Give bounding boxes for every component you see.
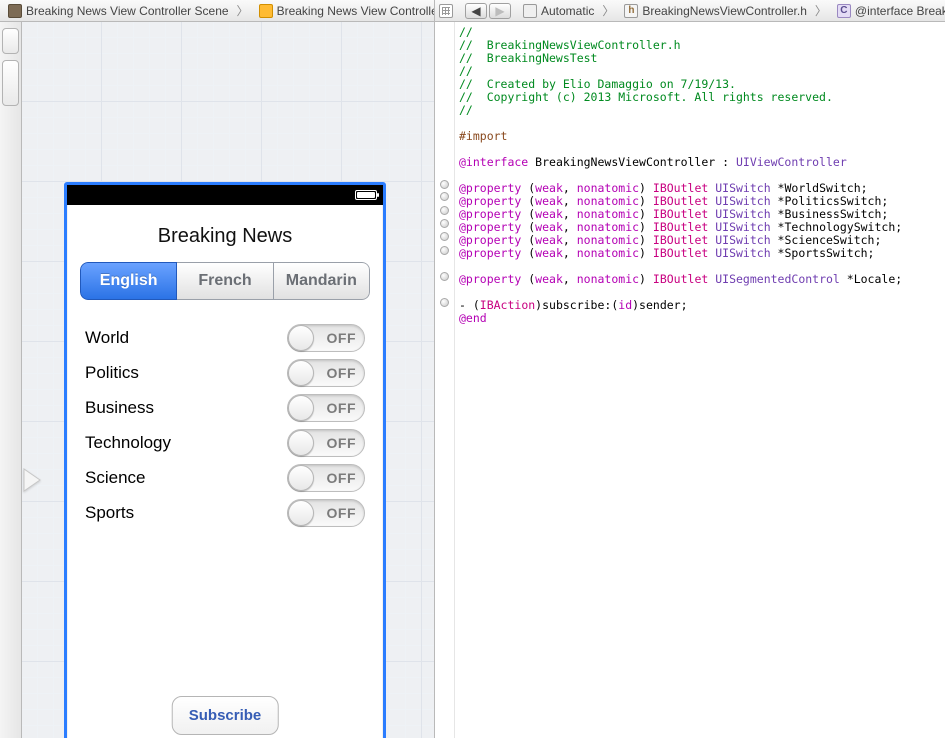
segment-label: French xyxy=(198,272,251,290)
breadcrumb-scene-label: Breaking News View Controller Scene xyxy=(26,4,229,18)
breadcrumb-file[interactable]: h BreakingNewsViewController.h xyxy=(616,0,813,21)
outlet-connection-dot[interactable] xyxy=(440,232,449,241)
nav-buttons: ◀ ▶ xyxy=(461,0,515,21)
row-politics: Politics OFF xyxy=(85,355,365,390)
breadcrumb-vc[interactable]: Breaking News View Controller xyxy=(251,0,435,21)
chevron-right-icon: 〉 xyxy=(235,2,251,19)
breadcrumb-vc-label: Breaking News View Controller xyxy=(277,4,435,18)
phone-mock[interactable]: Breaking News English French Mandarin Wo… xyxy=(64,182,386,738)
row-label: Technology xyxy=(85,433,171,453)
screen-title: Breaking News xyxy=(67,225,383,248)
row-label: World xyxy=(85,328,129,348)
breadcrumb-automatic[interactable]: Automatic xyxy=(515,0,600,21)
expand-outline-arrow[interactable] xyxy=(22,462,45,498)
segment-french[interactable]: French xyxy=(177,262,273,300)
switch-off-label: OFF xyxy=(327,330,357,346)
outlet-connection-dot[interactable] xyxy=(440,192,449,201)
switch-off-label: OFF xyxy=(327,470,357,486)
breadcrumb-scene[interactable]: Breaking News View Controller Scene xyxy=(0,0,235,21)
class-icon: C xyxy=(837,4,851,18)
chevron-right-icon: 〉 xyxy=(813,2,829,19)
outlet-connection-dot[interactable] xyxy=(440,246,449,255)
row-sports: Sports OFF xyxy=(85,495,365,530)
document-outline-collapsed[interactable] xyxy=(0,22,22,738)
breadcrumb-left: Breaking News View Controller Scene 〉 Br… xyxy=(0,0,435,21)
subscribe-button[interactable]: Subscribe xyxy=(172,696,279,735)
politics-switch[interactable]: OFF xyxy=(287,359,365,387)
switch-off-label: OFF xyxy=(327,400,357,416)
switch-off-label: OFF xyxy=(327,365,357,381)
header-file-icon: h xyxy=(624,4,638,18)
nav-back-button[interactable]: ◀ xyxy=(465,3,487,19)
segment-mandarin[interactable]: Mandarin xyxy=(274,262,370,300)
row-technology: Technology OFF xyxy=(85,425,365,460)
nav-forward-button[interactable]: ▶ xyxy=(489,3,511,19)
outlet-connection-dot[interactable] xyxy=(440,272,449,281)
switch-off-label: OFF xyxy=(327,435,357,451)
segment-label: Mandarin xyxy=(286,272,357,290)
battery-icon xyxy=(355,190,377,200)
related-files-icon[interactable] xyxy=(439,4,453,18)
outlet-connection-dot[interactable] xyxy=(440,298,449,307)
outlet-connection-dot[interactable] xyxy=(440,180,449,189)
breadcrumb-symbol[interactable]: C @interface BreakingNews\ xyxy=(829,0,945,21)
row-business: Business OFF xyxy=(85,390,365,425)
code-body[interactable]: // // BreakingNewsViewController.h // Br… xyxy=(455,22,945,738)
status-bar xyxy=(67,185,383,205)
outline-tab[interactable] xyxy=(2,60,19,106)
business-switch[interactable]: OFF xyxy=(287,394,365,422)
category-rows: World OFF Politics OFF Business OFF Tech… xyxy=(85,320,365,530)
segment-label: English xyxy=(100,272,158,290)
row-world: World OFF xyxy=(85,320,365,355)
science-switch[interactable]: OFF xyxy=(287,464,365,492)
jump-bar: Breaking News View Controller Scene 〉 Br… xyxy=(0,0,945,22)
world-switch[interactable]: OFF xyxy=(287,324,365,352)
row-label: Sports xyxy=(85,503,134,523)
interface-builder-canvas[interactable]: Breaking News English French Mandarin Wo… xyxy=(22,22,435,738)
row-science: Science OFF xyxy=(85,460,365,495)
chevron-right-icon: 〉 xyxy=(600,2,616,19)
breadcrumb-symbol-label: @interface BreakingNews\ xyxy=(855,4,945,18)
viewcontroller-icon xyxy=(259,4,273,18)
breadcrumb-file-label: BreakingNewsViewController.h xyxy=(642,4,807,18)
row-label: Politics xyxy=(85,363,139,383)
sports-switch[interactable]: OFF xyxy=(287,499,365,527)
breadcrumb-automatic-label: Automatic xyxy=(541,4,594,18)
row-label: Science xyxy=(85,468,145,488)
storyboard-icon xyxy=(8,4,22,18)
outlet-connection-dot[interactable] xyxy=(440,219,449,228)
technology-switch[interactable]: OFF xyxy=(287,429,365,457)
code-gutter[interactable] xyxy=(435,22,455,738)
outline-tab[interactable] xyxy=(2,28,19,54)
locale-segmented-control[interactable]: English French Mandarin xyxy=(80,262,370,300)
row-label: Business xyxy=(85,398,154,418)
outlet-connection-dot[interactable] xyxy=(440,206,449,215)
breadcrumb-right: ◀ ▶ Automatic 〉 h BreakingNewsViewContro… xyxy=(435,0,945,21)
switch-off-label: OFF xyxy=(327,505,357,521)
code-editor[interactable]: // // BreakingNewsViewController.h // Br… xyxy=(435,22,945,738)
segment-english[interactable]: English xyxy=(80,262,177,300)
document-icon xyxy=(523,4,537,18)
subscribe-label: Subscribe xyxy=(189,707,262,724)
